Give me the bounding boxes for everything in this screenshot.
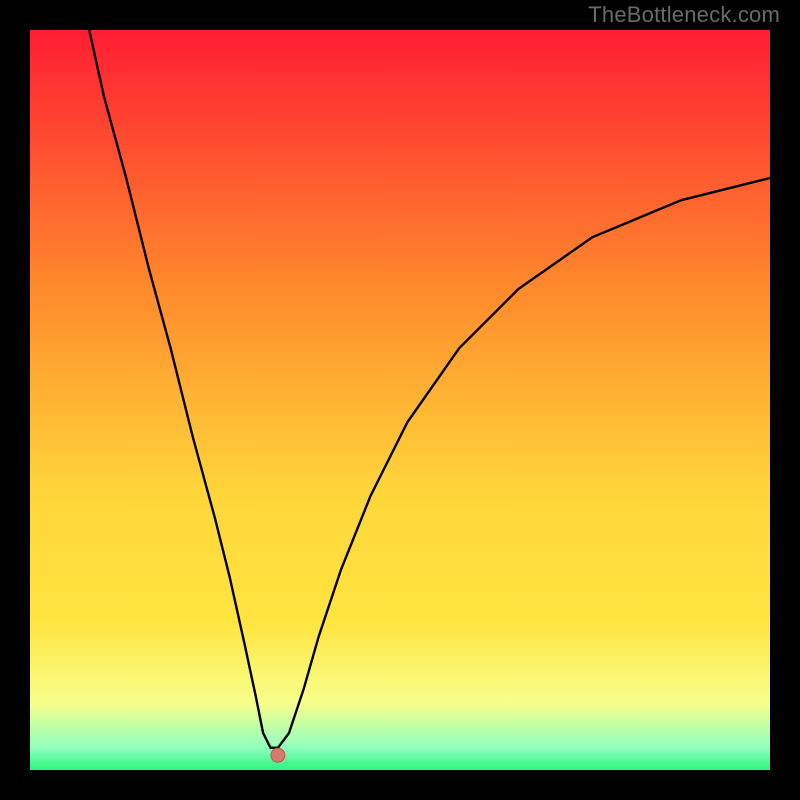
- frame: TheBottleneck.com: [0, 0, 800, 800]
- chart-svg: [30, 30, 770, 770]
- plot-area: [30, 30, 770, 770]
- gradient-background: [30, 30, 770, 770]
- watermark-text: TheBottleneck.com: [588, 2, 780, 28]
- marker-dot: [271, 748, 285, 762]
